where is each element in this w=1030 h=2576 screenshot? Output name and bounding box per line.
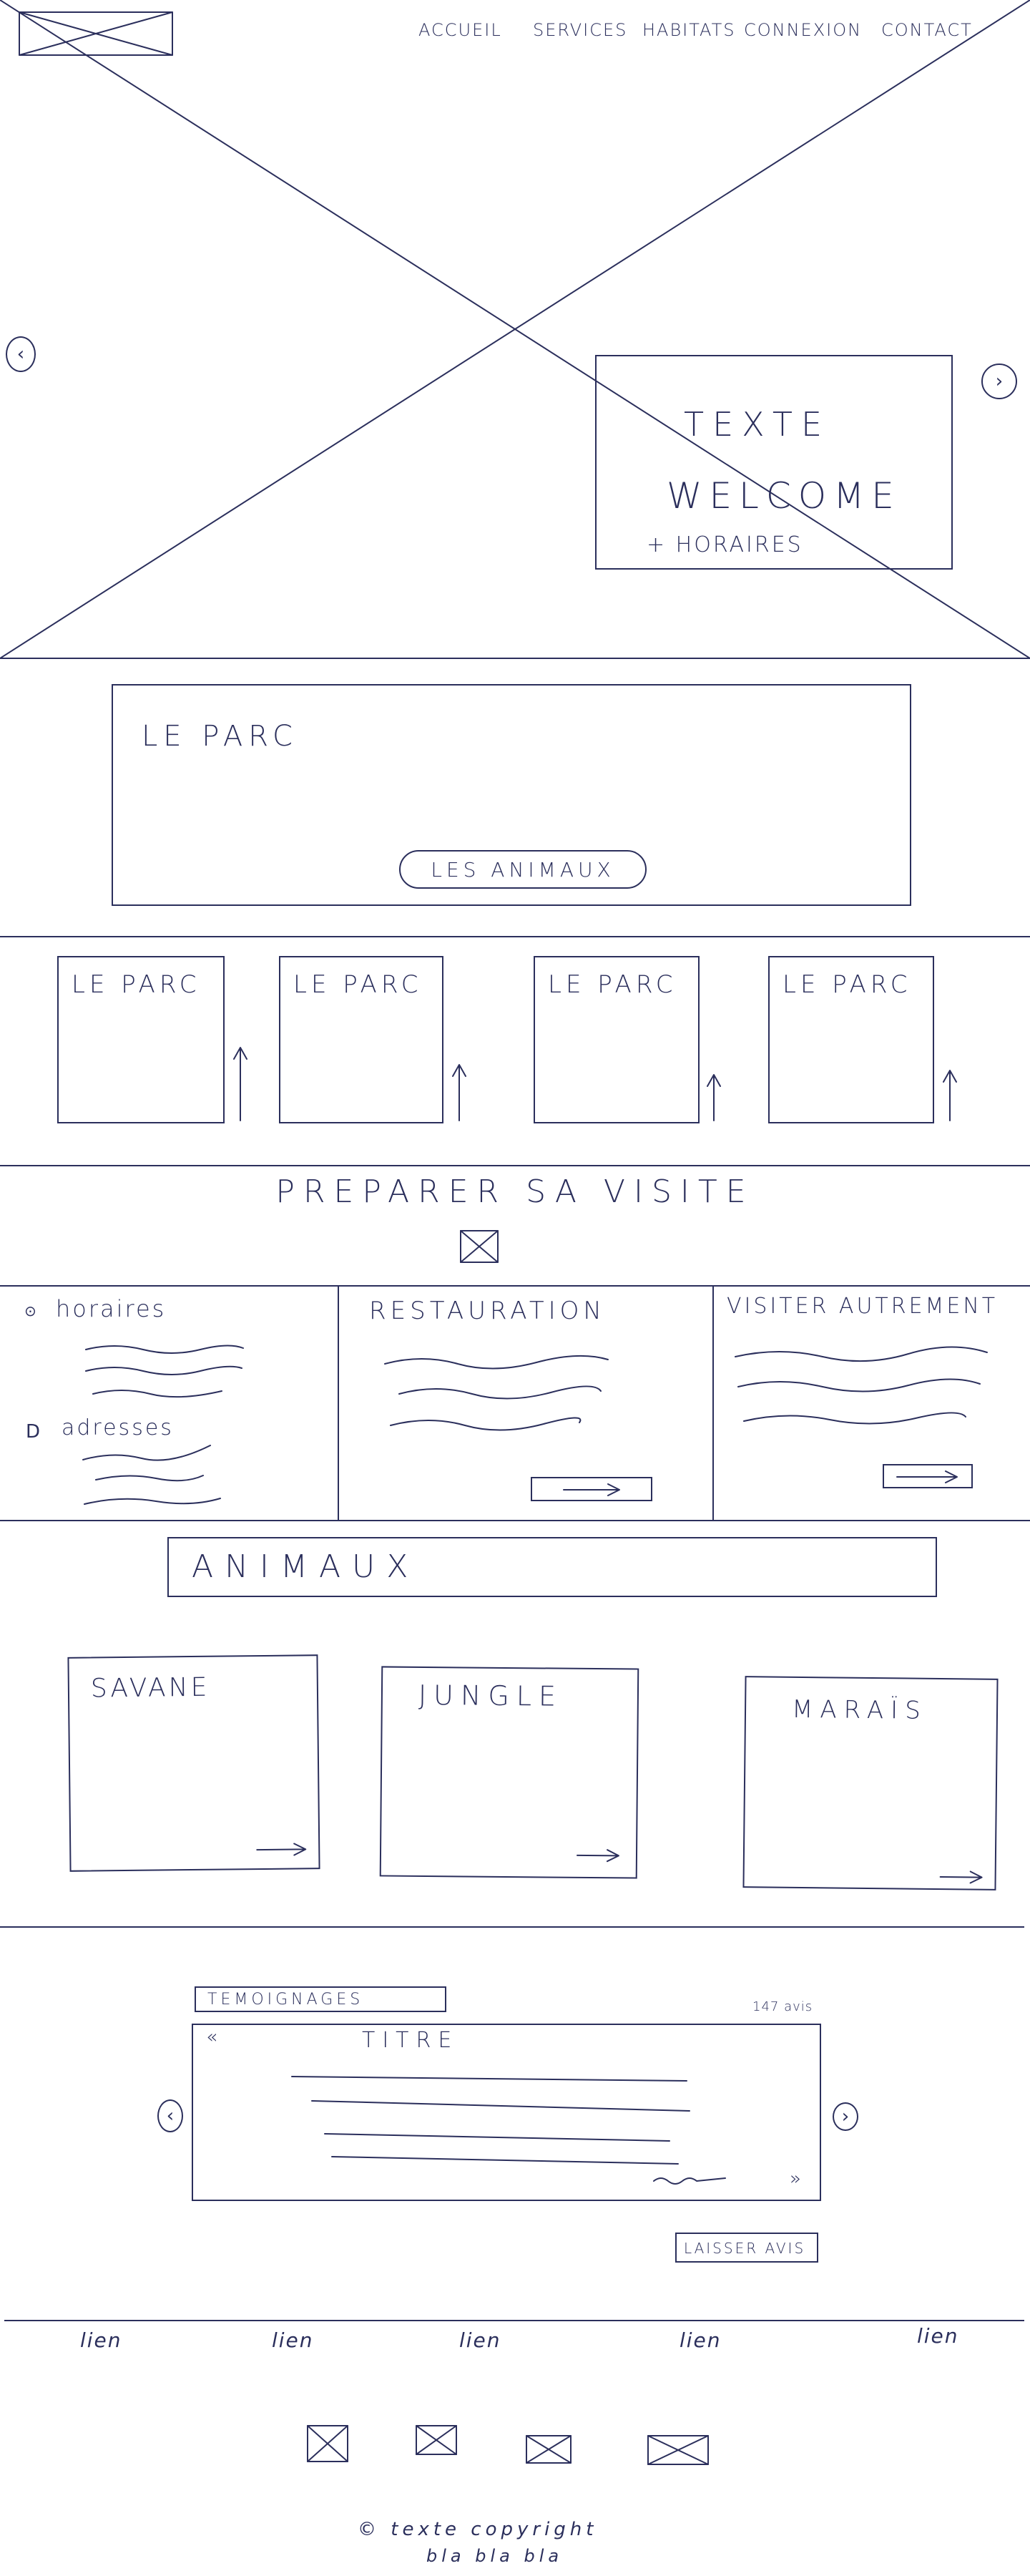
testimonials-label: TEMOIGNAGES [207, 1991, 364, 2009]
park-card-title: LE PARC [783, 970, 912, 999]
nav-services[interactable]: SERVICES [533, 20, 627, 40]
footer-link[interactable]: lien [680, 2328, 722, 2352]
placeholder-text-lines [384, 1355, 609, 1431]
habitat-card-jungle[interactable]: JUNGLE [379, 1666, 639, 1879]
chevron-right-icon: › [841, 2106, 850, 2127]
park-section: LE PARC LES ANIMAUX [112, 684, 911, 906]
restauration-more-button[interactable] [531, 1477, 652, 1501]
address-label: adresses [62, 1415, 174, 1440]
close-quote: » [790, 2168, 804, 2190]
arrow-right-icon [576, 1849, 619, 1863]
nav-connexion[interactable]: CONNEXION [744, 20, 862, 40]
park-card[interactable]: LE PARC [57, 956, 225, 1123]
arrow-right-icon [896, 1470, 958, 1483]
visiter-more-button[interactable] [883, 1464, 973, 1488]
hero-welcome-card: TEXTE WELCOME + HORAIRES [595, 355, 953, 570]
placeholder-text-lines [291, 2076, 690, 2165]
divider [0, 1520, 1030, 1521]
nav-accueil[interactable]: ACCUEIL [418, 20, 502, 40]
placeholder-text-lines [85, 1345, 244, 1398]
animals-title: ANIMAUX [192, 1548, 420, 1585]
copyright-subtext: bla bla bla [426, 2546, 564, 2566]
social-icon-placeholder[interactable] [525, 2434, 574, 2466]
divider [4, 2320, 1024, 2321]
park-card[interactable]: LE PARC [534, 956, 700, 1123]
restauration-title: RESTAURATION [369, 1297, 606, 1325]
habitat-title: JUNGLE [418, 1679, 564, 1712]
leave-review-button[interactable]: LAISSER AVIS [675, 2233, 818, 2263]
habitat-title: SAVANE [90, 1672, 210, 1704]
park-card-title: LE PARC [72, 970, 201, 999]
animals-header: ANIMAUX [167, 1537, 937, 1597]
footer-link[interactable]: lien [459, 2328, 501, 2352]
column-divider [712, 1285, 714, 1520]
testimonial-prev-button[interactable]: ‹ [157, 2099, 183, 2132]
footer-link[interactable]: lien [272, 2328, 314, 2352]
park-card-title: LE PARC [548, 970, 677, 999]
hero-hours: + HORAIRES [647, 532, 803, 557]
nav-contact[interactable]: CONTACT [881, 20, 973, 40]
testimonial-title: TITRE [362, 2028, 459, 2053]
park-card[interactable]: LE PARC [279, 956, 443, 1123]
divider [0, 1285, 1030, 1287]
review-count: 147 avis [752, 1999, 813, 2014]
open-quote: « [206, 2026, 220, 2048]
chevron-right-icon: › [995, 371, 1004, 392]
park-title: LE PARC [142, 720, 298, 753]
image-placeholder-icon [460, 1230, 499, 1263]
placeholder-text-lines [735, 1346, 988, 1425]
divider [0, 1926, 1024, 1928]
chevron-left-icon: ‹ [166, 2105, 175, 2127]
testimonial-next-button[interactable]: › [833, 2102, 858, 2131]
park-card-title: LE PARC [293, 970, 423, 999]
hours-label: horaires [56, 1295, 167, 1322]
leave-review-label: LAISSER AVIS [684, 2240, 806, 2257]
social-icon-placeholder[interactable] [647, 2434, 711, 2467]
social-icon-placeholder[interactable] [306, 2424, 350, 2464]
arrow-up-icon[interactable] [941, 1068, 958, 1123]
divider [0, 1165, 1030, 1166]
visit-title: PREPARER SA VISITE [275, 1174, 755, 1210]
footer-link[interactable]: lien [80, 2328, 122, 2352]
column-divider [338, 1285, 339, 1520]
habitat-card-savane[interactable]: SAVANE [67, 1654, 320, 1872]
chevron-left-icon: ‹ [16, 343, 25, 365]
location-icon: D [26, 1421, 41, 1443]
signature-line [653, 2177, 726, 2185]
placeholder-text-lines [82, 1445, 221, 1505]
testimonial-card: « TITRE » [192, 2024, 821, 2201]
habitat-card-marais[interactable]: MARAÏS [742, 1676, 999, 1890]
arrow-up-icon[interactable] [232, 1045, 249, 1123]
logo[interactable] [19, 11, 173, 56]
clock-icon: ⊙ [24, 1302, 36, 1319]
hero-text: TEXTE [684, 405, 831, 444]
hero-prev-button[interactable]: ‹ [6, 336, 36, 372]
image-placeholder-icon [19, 11, 173, 56]
testimonials-label-box: TEMOIGNAGES [195, 1986, 446, 2012]
social-icon-placeholder[interactable] [415, 2424, 459, 2457]
arrow-right-icon [256, 1843, 307, 1856]
footer-link[interactable]: lien [917, 2324, 959, 2348]
copyright: © texte copyright [358, 2519, 598, 2540]
habitat-title: MARAÏS [791, 1694, 928, 1725]
arrow-up-icon[interactable] [705, 1072, 722, 1123]
visiter-autrement-title: VISITER AUTREMENT [727, 1294, 999, 1319]
les-animaux-button[interactable]: LES ANIMAUX [399, 850, 647, 889]
divider [0, 936, 1030, 937]
hero-welcome: WELCOME [667, 475, 901, 517]
hero-next-button[interactable]: › [981, 364, 1017, 399]
arrow-up-icon[interactable] [451, 1062, 468, 1123]
arrow-right-icon [563, 1483, 620, 1496]
park-card[interactable]: LE PARC [768, 956, 934, 1123]
arrow-right-icon [939, 1870, 983, 1884]
nav-habitats[interactable]: HABITATS [642, 20, 736, 40]
